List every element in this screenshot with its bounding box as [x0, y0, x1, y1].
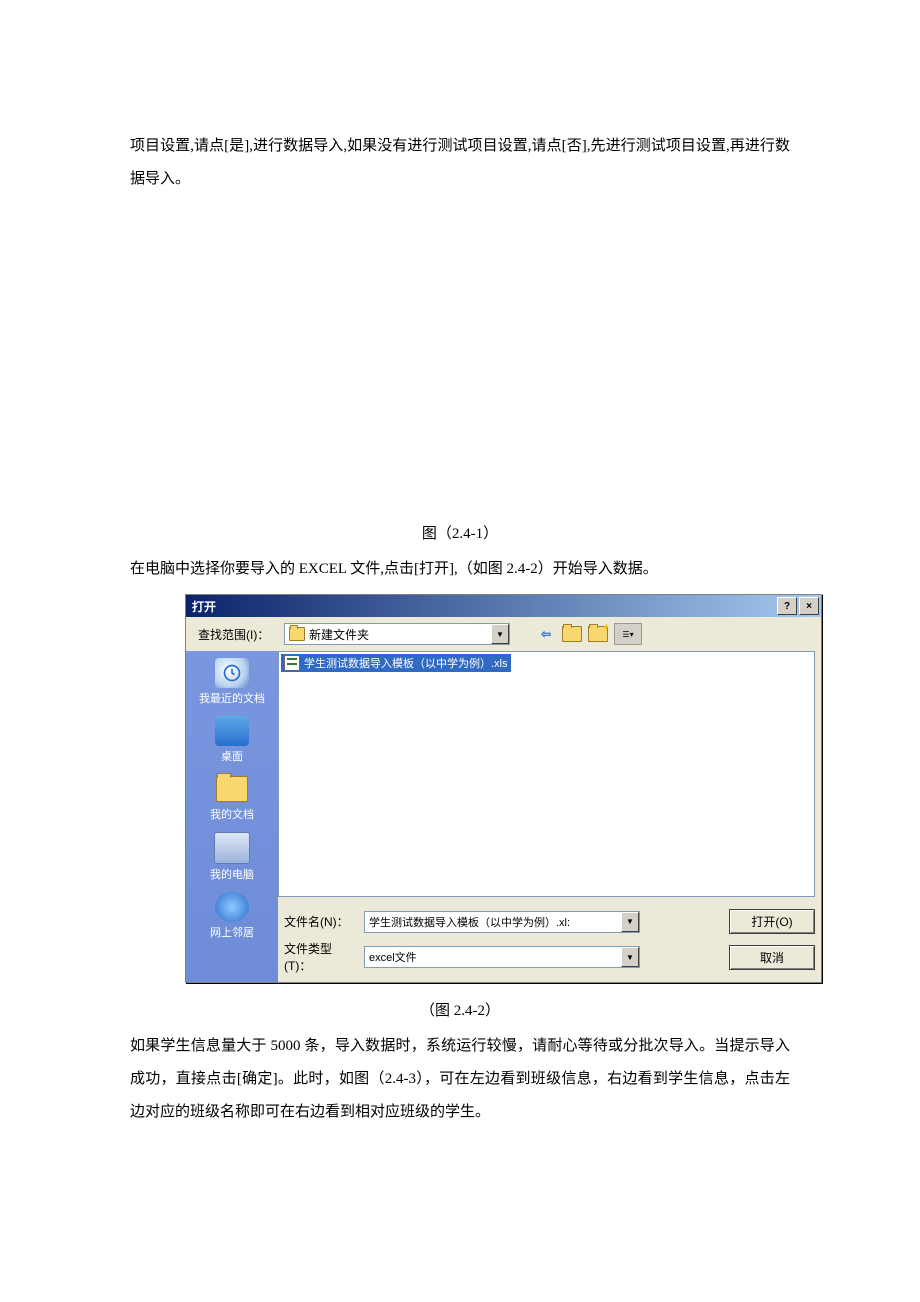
chevron-down-icon[interactable]: ▼ [621, 912, 639, 932]
chevron-down-icon[interactable]: ▼ [491, 624, 509, 644]
filename-label: 文件名(N)： [284, 913, 354, 930]
place-label: 桌面 [190, 748, 274, 764]
file-item-selected[interactable]: 学生测试数据导入模板（以中学为例）.xls [281, 654, 511, 672]
bottom-rows: 文件名(N)： 学生测试数据导入模板（以中学为例）.xl: ▼ 打开(O) 文件… [278, 903, 821, 982]
close-button[interactable]: × [799, 597, 819, 615]
figure-caption-2: （图 2.4-2） [130, 999, 790, 1020]
folder-icon [289, 627, 305, 641]
open-file-dialog: 打开 ? × 查找范围(I)： 新建文件夹 ▼ ⇦ ☰▾ [185, 594, 822, 983]
place-desktop[interactable]: 桌面 [190, 713, 274, 769]
look-in-dropdown[interactable]: 新建文件夹 ▼ [284, 623, 510, 645]
look-in-value: 新建文件夹 [309, 626, 369, 643]
document-page: 项目设置,请点[是],进行数据导入,如果没有进行测试项目设置,请点[否],先进行… [0, 0, 920, 1189]
up-one-level-button[interactable] [562, 624, 582, 644]
place-label: 网上邻居 [190, 924, 274, 940]
figure-caption-1: 图（2.4-1） [130, 522, 790, 543]
place-network[interactable]: 网上邻居 [190, 889, 274, 945]
filetype-dropdown[interactable]: excel文件 ▼ [364, 946, 640, 968]
paragraph-1: 项目设置,请点[是],进行数据导入,如果没有进行测试项目设置,请点[否],先进行… [130, 130, 790, 196]
nav-icons: ⇦ ☰▾ [536, 623, 642, 645]
dialog-titlebar[interactable]: 打开 ? × [186, 595, 821, 617]
dialog-body: 我最近的文档 桌面 我的文档 我的电脑 网上邻居 [186, 651, 821, 982]
place-label: 我的电脑 [190, 866, 274, 882]
filetype-label: 文件类型(T)： [284, 940, 354, 974]
cancel-button[interactable]: 取消 [729, 945, 815, 970]
file-area-wrap: 学生测试数据导入模板（以中学为例）.xls 文件名(N)： 学生测试数据导入模板… [278, 651, 821, 982]
place-label: 我最近的文档 [190, 690, 274, 706]
places-bar: 我最近的文档 桌面 我的文档 我的电脑 网上邻居 [186, 651, 278, 982]
place-recent[interactable]: 我最近的文档 [190, 655, 274, 711]
place-mydocs[interactable]: 我的文档 [190, 771, 274, 827]
dialog-title: 打开 [192, 598, 775, 615]
paragraph-3: 如果学生信息量大于 5000 条，导入数据时，系统运行较慢，请耐心等待或分批次导… [130, 1030, 790, 1129]
figure-placeholder-1 [130, 196, 790, 506]
filetype-row: 文件类型(T)： excel文件 ▼ 取消 [284, 940, 815, 974]
open-button[interactable]: 打开(O) [729, 909, 815, 934]
network-icon [215, 892, 249, 922]
desktop-icon [215, 716, 249, 746]
filename-row: 文件名(N)： 学生测试数据导入模板（以中学为例）.xl: ▼ 打开(O) [284, 909, 815, 934]
look-in-row: 查找范围(I)： 新建文件夹 ▼ ⇦ ☰▾ [186, 617, 821, 651]
mydocs-icon [215, 774, 249, 804]
look-in-label: 查找范围(I)： [198, 626, 278, 643]
place-label: 我的文档 [190, 806, 274, 822]
filetype-value: excel文件 [369, 949, 417, 965]
place-mycomputer[interactable]: 我的电脑 [190, 829, 274, 887]
paragraph-2: 在电脑中选择你要导入的 EXCEL 文件,点击[打开],（如图 2.4-2）开始… [130, 553, 790, 586]
filename-value: 学生测试数据导入模板（以中学为例）.xl: [369, 914, 570, 930]
new-folder-button[interactable] [588, 624, 608, 644]
file-list[interactable]: 学生测试数据导入模板（以中学为例）.xls [278, 651, 815, 897]
recent-icon [215, 658, 249, 688]
view-menu-button[interactable]: ☰▾ [614, 623, 642, 645]
file-item-label: 学生测试数据导入模板（以中学为例）.xls [304, 655, 508, 671]
back-button[interactable]: ⇦ [536, 624, 556, 644]
help-button[interactable]: ? [777, 597, 797, 615]
chevron-down-icon[interactable]: ▼ [621, 947, 639, 967]
xls-icon [284, 655, 300, 671]
computer-icon [214, 832, 250, 864]
filename-input[interactable]: 学生测试数据导入模板（以中学为例）.xl: ▼ [364, 911, 640, 933]
